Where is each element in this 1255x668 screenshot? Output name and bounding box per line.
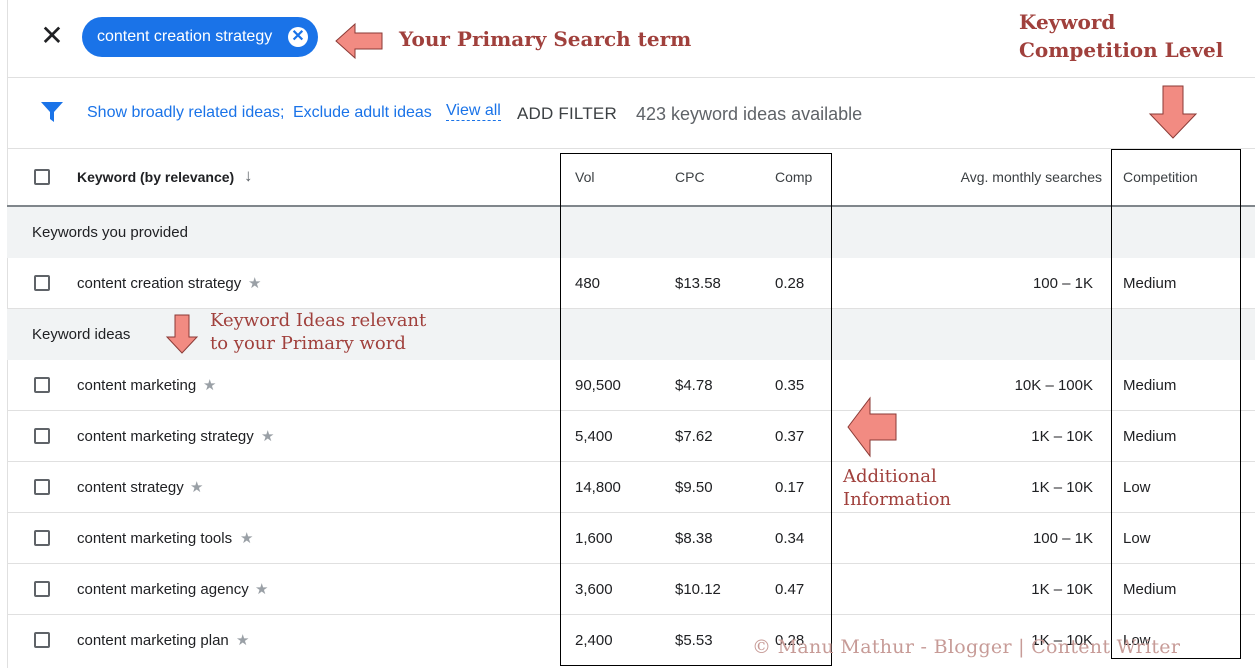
star-icon[interactable]: ★ (261, 427, 274, 445)
row-checkbox[interactable] (34, 275, 50, 291)
col-avg-monthly[interactable]: Avg. monthly searches (900, 169, 1102, 185)
arrow-down-icon[interactable]: ↓ (244, 166, 253, 186)
star-icon[interactable]: ★ (190, 478, 203, 496)
row-checkbox[interactable] (34, 428, 50, 444)
left-arrow-icon (847, 396, 897, 458)
avg-cell: 1K – 10K (1031, 581, 1093, 598)
filter-exclude-adult[interactable]: Exclude adult ideas (293, 104, 432, 122)
avg-cell: 100 – 1K (1032, 530, 1093, 547)
keyword-cell: content marketing plan (77, 632, 229, 649)
star-icon[interactable]: ★ (248, 274, 261, 292)
avg-cell: 1K – 10K (1031, 428, 1093, 445)
search-term-text: content creation strategy (97, 28, 273, 45)
keyword-cell: content marketing (77, 377, 197, 394)
annotation-additional-line2: Information (843, 489, 952, 510)
group-label-provided: Keywords you provided (32, 224, 188, 241)
annotation-competition-line1: Keyword (1019, 10, 1116, 34)
search-term-chip[interactable]: content creation strategy ✕ (82, 17, 318, 57)
star-icon[interactable]: ★ (236, 631, 249, 649)
star-icon[interactable]: ★ (255, 580, 268, 598)
star-icon[interactable]: ★ (203, 376, 216, 394)
down-arrow-icon (165, 314, 199, 354)
add-filter-button[interactable]: ADD FILTER (517, 104, 617, 124)
select-all-checkbox[interactable] (34, 169, 50, 185)
filter-funnel-icon[interactable] (40, 101, 64, 123)
keyword-cell: content creation strategy (77, 275, 242, 292)
clear-circle-icon[interactable]: ✕ (288, 27, 308, 47)
row-checkbox[interactable] (34, 632, 50, 648)
header-divider (7, 77, 1255, 78)
annotation-ideas-line2: to your Primary word (210, 333, 406, 354)
annotation-competition-line2: Competition Level (1019, 38, 1224, 62)
filter-divider (7, 148, 1255, 149)
keyword-cell: content marketing tools (77, 530, 233, 547)
annotation-additional-line1: Additional (843, 466, 937, 487)
close-icon[interactable]: ✕ (40, 22, 64, 50)
avg-cell: 100 – 1K (1032, 275, 1093, 292)
group-label-ideas: Keyword ideas (32, 326, 131, 343)
keyword-cell: content strategy (77, 479, 184, 496)
filter-broad-ideas[interactable]: Show broadly related ideas; (87, 104, 284, 122)
left-arrow-icon (335, 22, 383, 60)
row-checkbox[interactable] (34, 377, 50, 393)
star-icon[interactable]: ★ (240, 529, 253, 547)
annotation-ideas-line1: Keyword Ideas relevant (210, 310, 427, 331)
col-keyword[interactable]: Keyword (by relevance) (77, 169, 234, 185)
down-arrow-icon (1148, 85, 1198, 139)
row-checkbox[interactable] (34, 530, 50, 546)
keyword-cell: content marketing agency (77, 581, 249, 598)
annotation-primary-search: Your Primary Search term (399, 27, 692, 51)
row-checkbox[interactable] (34, 479, 50, 495)
view-all-link[interactable]: View all (446, 102, 501, 121)
ideas-count: 423 keyword ideas available (636, 104, 863, 124)
keyword-cell: content marketing strategy (77, 428, 254, 445)
competition-highlight-box (1111, 149, 1241, 659)
watermark: © Manu Mathur - Blogger | Content Writer (752, 636, 1181, 658)
row-checkbox[interactable] (34, 581, 50, 597)
metrics-highlight-box (560, 153, 832, 666)
avg-cell: 10K – 100K (1014, 377, 1093, 394)
